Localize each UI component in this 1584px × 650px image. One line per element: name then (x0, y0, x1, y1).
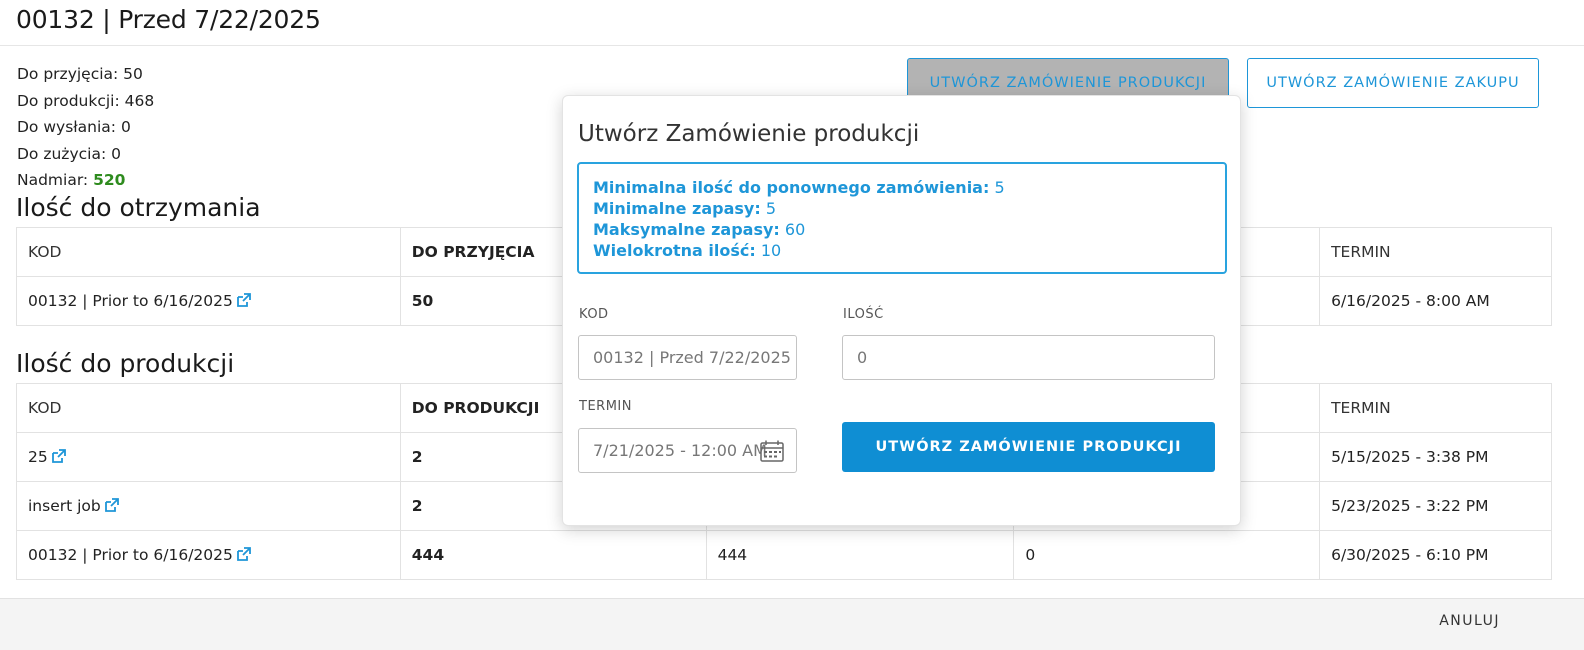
due-date-value: 7/21/2025 - 12:00 AM (593, 441, 767, 460)
row-qty: 444 (399, 530, 707, 580)
summary-to-ship: Do wysłania: 0 (17, 118, 131, 136)
summary-excess-value: 520 (93, 171, 126, 189)
reorder-info-box: Minimalna ilość do ponownego zamówienia:… (577, 162, 1227, 274)
cancel-button[interactable]: ANULUJ (1439, 613, 1500, 629)
footer-bar: ANULUJ (0, 598, 1584, 650)
summary-to-consume: Do zużycia: 0 (17, 144, 121, 163)
row-due: 5/15/2025 - 3:38 PM (1319, 432, 1552, 482)
min-stock-line: Minimalne zapasy: 5 (593, 198, 1211, 219)
multiple-line: Wielokrotna ilość: 10 (593, 240, 1211, 261)
summary-to-produce: Do produkcji: 468 (17, 91, 155, 110)
row-due: 5/23/2025 - 3:22 PM (1319, 481, 1552, 531)
min-reorder-line: Minimalna ilość do ponownego zamówienia:… (593, 177, 1211, 198)
row-due: 6/16/2025 - 8:00 AM (1319, 276, 1552, 326)
row-code: 25 (28, 448, 48, 466)
column-header-code: KOD (16, 227, 401, 277)
row-code-cell[interactable]: 25 (16, 432, 401, 482)
max-stock-label: Maksymalne zapasy: (593, 220, 780, 239)
multiple-value: 10 (760, 241, 782, 260)
external-link-icon[interactable] (51, 449, 69, 463)
create-purchase-order-button[interactable]: UTWÓRZ ZAMÓWIENIE ZAKUPU (1247, 58, 1539, 108)
summary-excess-label: Nadmiar: (17, 171, 94, 189)
row-col3: 444 (705, 530, 1015, 580)
inventory-summary: Do przyjęcia: 50 Do produkcji: 468 Do wy… (17, 61, 154, 194)
row-code-cell[interactable]: 00132 | Prior to 6/16/2025 (16, 276, 401, 326)
code-field-label: KOD (579, 307, 609, 322)
row-due: 6/30/2025 - 6:10 PM (1319, 530, 1552, 580)
max-stock-value: 60 (784, 220, 806, 239)
row-code-cell[interactable]: insert job (16, 481, 401, 531)
row-code: 00132 | Prior to 6/16/2025 (28, 292, 233, 310)
external-link-icon[interactable] (236, 293, 254, 307)
row-col4: 0 (1013, 530, 1321, 580)
table-row: 00132 | Prior to 6/16/2025 444 444 0 6/3… (16, 530, 1552, 580)
external-link-icon[interactable] (236, 547, 254, 561)
page-header: 00132 | Przed 7/22/2025 (0, 0, 1584, 46)
max-stock-line: Maksymalne zapasy: 60 (593, 219, 1211, 240)
code-field[interactable]: 00132 | Przed 7/22/2025 (578, 335, 797, 380)
multiple-label: Wielokrotna ilość: (593, 241, 756, 260)
quantity-field[interactable]: 0 (842, 335, 1215, 380)
min-stock-label: Minimalne zapasy: (593, 199, 761, 218)
due-date-field-label: TERMIN (579, 399, 632, 414)
page-title: 00132 | Przed 7/22/2025 (16, 5, 321, 34)
create-production-order-popup: Utwórz Zamówienie produkcji Minimalna il… (562, 95, 1241, 526)
min-stock-value: 5 (765, 199, 777, 218)
column-header-code: KOD (16, 383, 401, 433)
column-header-due: TERMIN (1319, 383, 1552, 433)
popup-title: Utwórz Zamówienie produkcji (578, 121, 920, 147)
summary-excess: Nadmiar: 520 (17, 167, 154, 194)
due-date-field[interactable]: 7/21/2025 - 12:00 AM (578, 428, 797, 473)
row-code-cell[interactable]: 00132 | Prior to 6/16/2025 (16, 530, 401, 580)
produce-section-title: Ilość do produkcji (16, 349, 235, 378)
min-reorder-value: 5 (994, 178, 1005, 197)
quantity-field-label: ILOŚĆ (843, 307, 884, 322)
receive-section-title: Ilość do otrzymania (16, 193, 261, 222)
calendar-icon[interactable] (760, 440, 784, 462)
external-link-icon[interactable] (104, 498, 122, 512)
submit-production-order-button[interactable]: UTWÓRZ ZAMÓWIENIE PRODUKCJI (842, 422, 1215, 472)
row-code: 00132 | Prior to 6/16/2025 (28, 546, 233, 564)
summary-to-receive: Do przyjęcia: 50 (17, 65, 143, 83)
row-code: insert job (28, 497, 101, 515)
min-reorder-label: Minimalna ilość do ponownego zamówienia: (593, 178, 990, 197)
column-header-due: TERMIN (1319, 227, 1552, 277)
